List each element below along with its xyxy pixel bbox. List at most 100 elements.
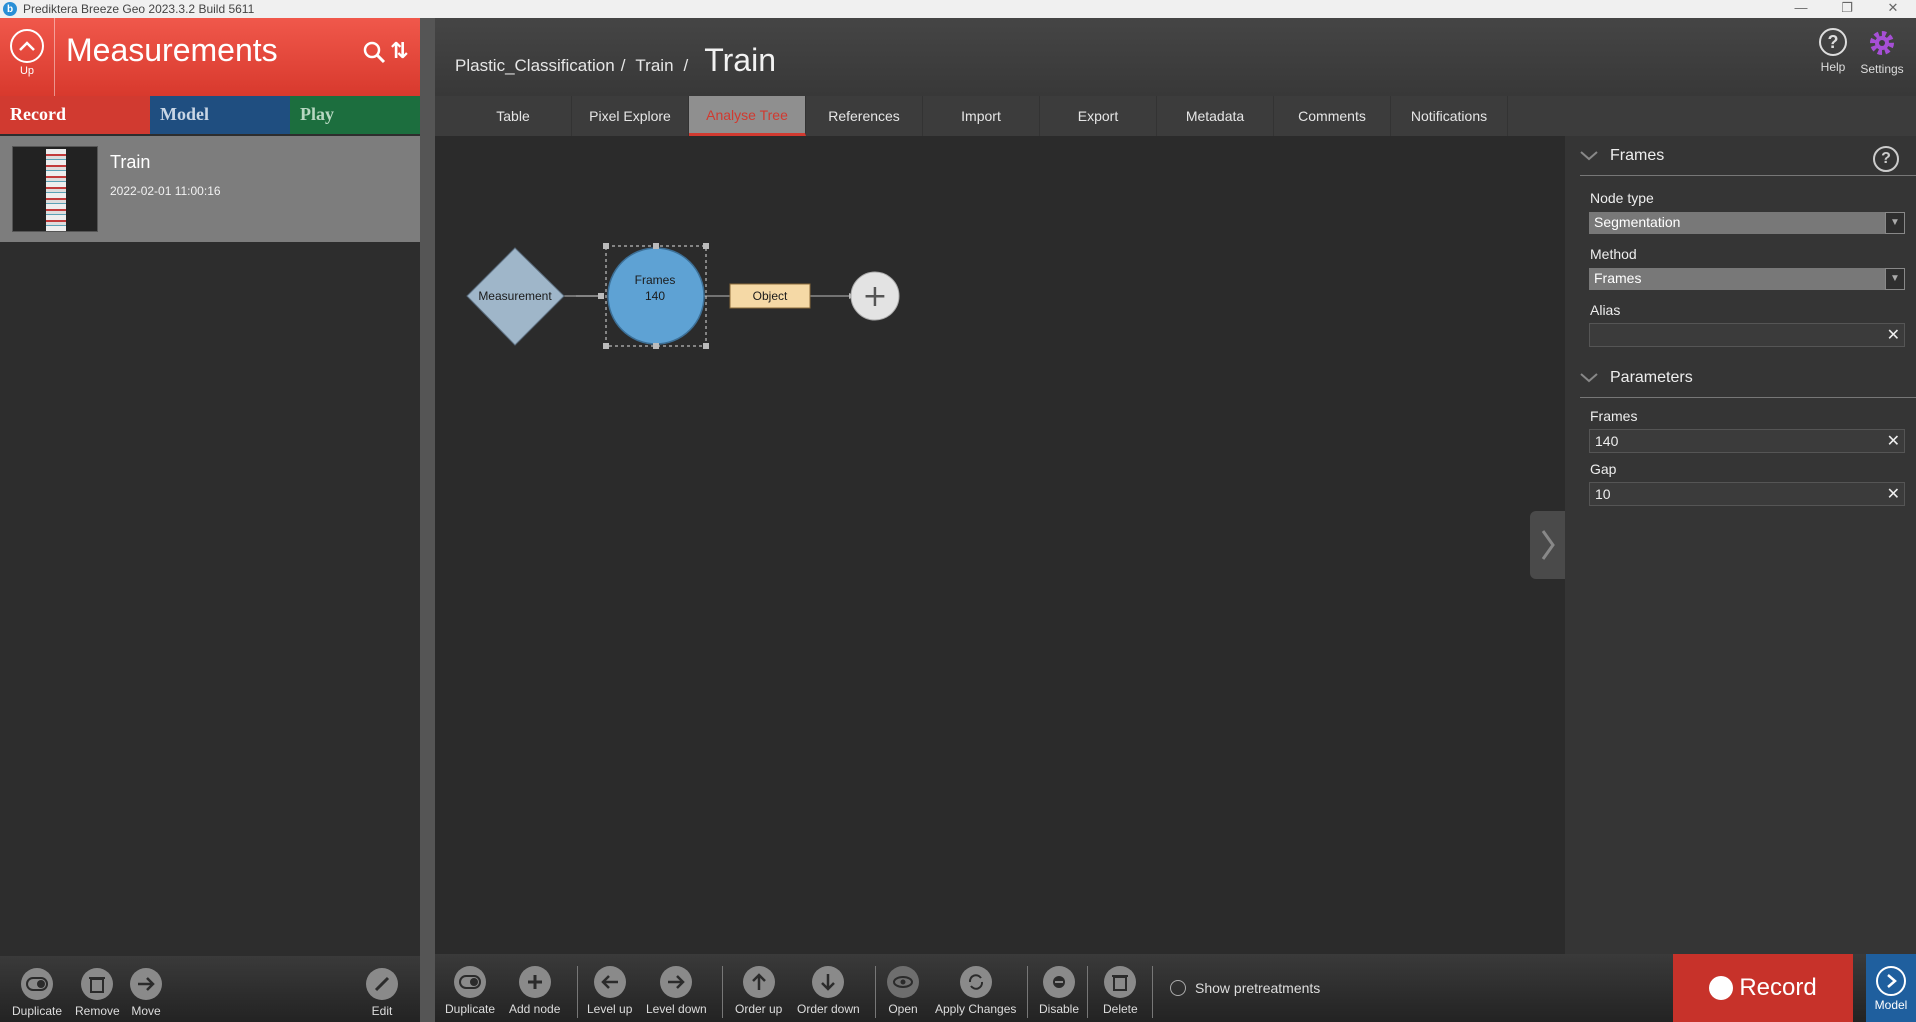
- tab-table[interactable]: Table: [455, 96, 572, 136]
- breadcrumb-project[interactable]: Plastic_Classification: [455, 56, 615, 76]
- parameters-section-header[interactable]: Parameters: [1580, 358, 1916, 398]
- remove-label: Remove: [75, 1004, 120, 1018]
- expand-panel-handle[interactable]: [1530, 511, 1565, 579]
- duplicate-label: Duplicate: [12, 1004, 63, 1018]
- tab-metadata[interactable]: Metadata: [1157, 96, 1274, 136]
- show-pretreatments-label: Show pretreatments: [1195, 980, 1321, 996]
- panel-splitter[interactable]: [420, 18, 435, 1022]
- add-node-circle[interactable]: +: [850, 271, 900, 321]
- tab-analyse-tree[interactable]: Analyse Tree: [689, 96, 806, 136]
- window-title: Prediktera Breeze Geo 2023.3.2 Build 561…: [23, 2, 255, 16]
- app-logo-icon: b: [3, 2, 17, 16]
- remove-button[interactable]: Remove: [75, 968, 120, 1018]
- question-icon[interactable]: ?: [1873, 146, 1899, 172]
- tab-comments[interactable]: Comments: [1274, 96, 1391, 136]
- level-up-button[interactable]: Level up: [587, 966, 632, 1016]
- level-down-button[interactable]: Level down: [646, 966, 707, 1016]
- frames-node-value: 140: [645, 289, 665, 303]
- breadcrumb-group[interactable]: Train: [635, 56, 673, 76]
- show-pretreatments-toggle[interactable]: Show pretreatments: [1170, 980, 1320, 996]
- page-title: Train: [704, 42, 776, 78]
- panel-title: Measurements: [66, 32, 278, 68]
- question-icon: ?: [1819, 28, 1847, 56]
- order-down-button[interactable]: Order down: [797, 966, 860, 1016]
- level-down-label: Level down: [646, 1002, 707, 1016]
- measurement-node[interactable]: Measurement: [466, 247, 565, 346]
- tab-references[interactable]: References: [806, 96, 923, 136]
- delete-button[interactable]: Delete: [1103, 966, 1138, 1016]
- method-value: Frames: [1594, 270, 1642, 286]
- frames-param-input[interactable]: 140 ✕: [1589, 429, 1905, 453]
- alias-label: Alias: [1590, 302, 1621, 318]
- delete-label: Delete: [1103, 1002, 1138, 1016]
- gap-input[interactable]: 10 ✕: [1589, 482, 1905, 506]
- frames-section-header[interactable]: Frames: [1580, 136, 1916, 176]
- clear-icon[interactable]: ✕: [1887, 325, 1900, 345]
- chevron-right-icon: [1541, 530, 1555, 560]
- tab-notifications[interactable]: Notifications: [1391, 96, 1508, 136]
- list-item[interactable]: Train 2022-02-01 11:00:16: [0, 136, 420, 242]
- edit-button[interactable]: Edit: [366, 968, 398, 1018]
- frames-node[interactable]: Frames 140: [603, 243, 709, 349]
- frames-node-label: Frames: [635, 273, 676, 287]
- tab-import[interactable]: Import: [923, 96, 1040, 136]
- minimize-button[interactable]: —: [1778, 0, 1824, 18]
- node-type-value: Segmentation: [1594, 214, 1681, 230]
- duplicate-node-button[interactable]: Duplicate: [445, 966, 495, 1016]
- order-up-label: Order up: [735, 1002, 783, 1016]
- add-node-button[interactable]: Add node: [509, 966, 560, 1016]
- model-button[interactable]: Model: [1866, 954, 1916, 1022]
- section-title: Frames: [1610, 146, 1665, 164]
- tab-play[interactable]: Play: [290, 96, 420, 134]
- disable-label: Disable: [1039, 1002, 1080, 1016]
- close-button[interactable]: ✕: [1870, 0, 1916, 18]
- trash-icon: [81, 968, 114, 1000]
- arrow-right-icon: [660, 966, 693, 998]
- move-button[interactable]: Move: [130, 968, 162, 1018]
- item-date: 2022-02-01 11:00:16: [110, 184, 221, 198]
- minus-circle-icon: [1043, 966, 1076, 998]
- tab-record[interactable]: Record: [0, 96, 150, 134]
- node-type-select[interactable]: Segmentation ▼: [1589, 212, 1905, 234]
- tab-pixel-explore[interactable]: Pixel Explore: [572, 96, 689, 136]
- disable-button[interactable]: Disable: [1039, 966, 1079, 1016]
- edit-label: Edit: [371, 1004, 393, 1018]
- pencil-icon: [366, 968, 398, 1000]
- gear-icon: [1867, 28, 1897, 58]
- radio-icon: [1170, 980, 1186, 996]
- search-icon[interactable]: [362, 40, 386, 69]
- measurements-panel: Up Measurements ⇅ Record Model Play Trai…: [0, 18, 420, 1022]
- settings-button[interactable]: Settings: [1853, 28, 1911, 76]
- title-bar: b Prediktera Breeze Geo 2023.3.2 Build 5…: [0, 0, 1916, 18]
- sort-icon[interactable]: ⇅: [390, 38, 408, 64]
- clear-icon[interactable]: ✕: [1887, 431, 1900, 451]
- method-select[interactable]: Frames ▼: [1589, 268, 1905, 290]
- object-node[interactable]: Object: [729, 283, 811, 309]
- duplicate-label: Duplicate: [445, 1002, 496, 1016]
- open-button[interactable]: Open: [887, 966, 919, 1016]
- help-label: Help: [1820, 60, 1846, 74]
- up-label: Up: [19, 65, 35, 77]
- help-button[interactable]: ? Help: [1813, 28, 1853, 74]
- left-toolbar: Duplicate Remove Move Edit: [0, 956, 420, 1022]
- order-up-button[interactable]: Order up: [735, 966, 782, 1016]
- tab-model[interactable]: Model: [150, 96, 290, 134]
- order-down-label: Order down: [797, 1002, 860, 1016]
- analyse-tree-canvas[interactable]: Measurement Frames 140 Object +: [435, 136, 1565, 954]
- measurement-node-label: Measurement: [478, 289, 552, 303]
- alias-input[interactable]: ✕: [1589, 323, 1905, 347]
- measurements-header: Up Measurements ⇅: [0, 18, 420, 96]
- gap-label: Gap: [1590, 461, 1617, 477]
- duplicate-measurement-button[interactable]: Duplicate: [12, 968, 62, 1018]
- analyse-toolbar: Duplicate Add node Level up Level down O…: [435, 954, 1916, 1022]
- restore-button[interactable]: ❐: [1824, 0, 1870, 18]
- tab-export[interactable]: Export: [1040, 96, 1157, 136]
- up-button[interactable]: Up: [0, 18, 55, 96]
- arrow-right-icon: [130, 968, 162, 1000]
- model-label: Model: [1874, 998, 1908, 1012]
- apply-changes-button[interactable]: Apply Changes: [935, 966, 1016, 1016]
- record-button[interactable]: Record: [1673, 954, 1853, 1022]
- window-controls: — ❐ ✕: [1778, 0, 1916, 18]
- clear-icon[interactable]: ✕: [1887, 484, 1900, 504]
- trash-icon: [1104, 966, 1137, 998]
